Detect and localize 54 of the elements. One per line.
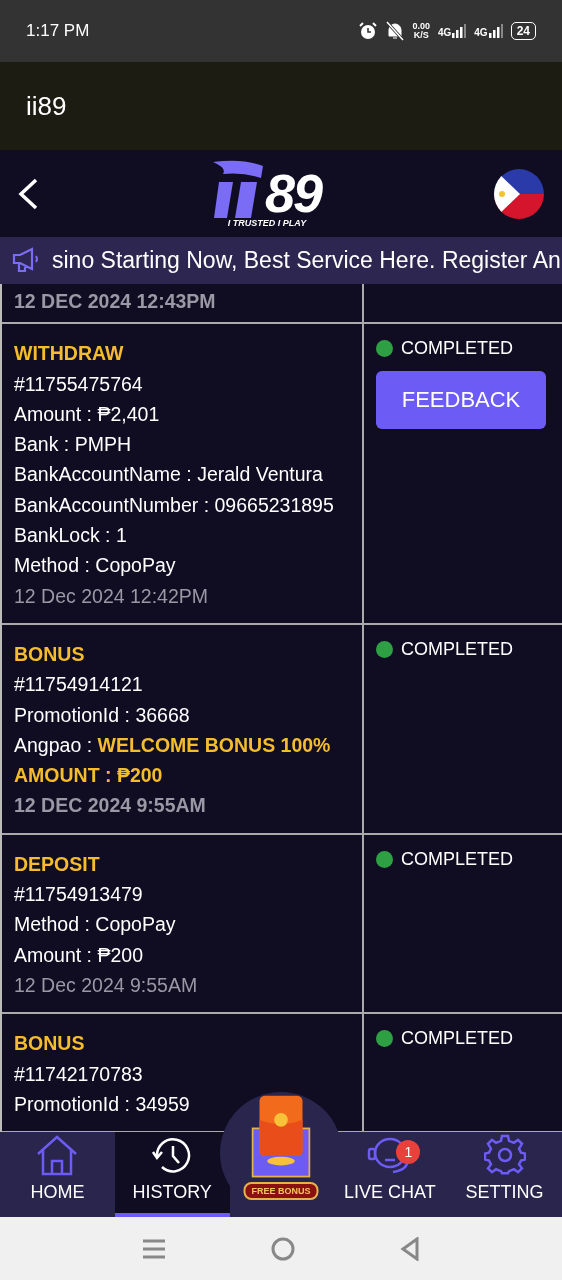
transaction-type: BONUS: [14, 1031, 86, 1057]
back-icon[interactable]: [16, 176, 40, 211]
flag-icon[interactable]: [494, 168, 544, 219]
status-label: COMPLETED: [401, 638, 514, 660]
status-label: COMPLETED: [401, 848, 514, 870]
logo-tagline: I TRUSTED I PLAY: [227, 217, 307, 228]
transaction-detail: PromotionId : 34959: [14, 1091, 191, 1117]
status-label: COMPLETED: [401, 1028, 514, 1050]
feedback-button[interactable]: FEEDBACK: [376, 371, 546, 430]
transaction-detail: BankLock : 1: [14, 523, 128, 549]
transaction-detail: Angpao : WELCOME BONUS 100%: [14, 732, 332, 758]
transaction-detail: Amount : ₱2,401: [14, 401, 161, 427]
transaction-detail: BankAccountNumber : 09665231895: [14, 492, 335, 518]
nav-tab[interactable]: SETTING: [447, 1132, 562, 1217]
transaction-date: 12 DEC 2024 9:55AM: [14, 793, 207, 819]
alarm-icon: [358, 21, 379, 41]
transaction-date: 12 DEC 2024 12:43PM: [14, 289, 217, 314]
status-label: COMPLETED: [401, 338, 514, 360]
transaction-type: BONUS: [14, 641, 86, 667]
speed-unit: K/S: [413, 31, 429, 40]
settings-icon: [483, 1134, 526, 1176]
nav-tab[interactable]: HISTORY: [114, 1132, 230, 1217]
battery-level: 24: [510, 22, 536, 40]
network-speed: 0.00: [412, 22, 430, 31]
transaction-detail: Method : CopoPay: [14, 912, 177, 938]
transaction-type: WITHDRAW: [14, 341, 125, 367]
logo-text: 89: [264, 167, 322, 218]
marquee-text: sino Starting Now, Best Service Here. Register An: [52, 247, 561, 274]
back-triangle-icon[interactable]: [399, 1236, 420, 1261]
notification-badge: 1: [396, 1140, 421, 1164]
transaction-detail: Bank : PMPH: [14, 432, 133, 458]
transaction-detail: #11755475764: [14, 371, 144, 397]
home-circle-icon[interactable]: [271, 1236, 295, 1261]
wing-logo-icon: [212, 159, 265, 218]
signal-icon: [488, 24, 503, 38]
transaction-detail: Amount : ₱200: [14, 942, 144, 968]
transaction-detail: Method : CopoPay: [14, 553, 177, 579]
transaction-detail: BankAccountName : Jerald Ventura: [14, 462, 324, 488]
signal-icon: [452, 24, 467, 38]
status-time: 1:17 PM: [26, 21, 90, 41]
transaction-detail: PromotionId : 36668: [14, 702, 191, 728]
nav-tab[interactable]: HOME: [0, 1132, 115, 1217]
transaction-date: 12 Dec 2024 9:55AM: [14, 972, 199, 998]
transaction-detail: #11742170783: [14, 1061, 144, 1087]
transaction-type: DEPOSIT: [14, 851, 101, 877]
transaction-detail: AMOUNT : ₱200: [14, 763, 164, 789]
network-type: 4G: [437, 27, 452, 38]
network-type: 4G: [474, 27, 488, 38]
menu-icon[interactable]: [142, 1237, 167, 1260]
muted-bell-icon: [386, 21, 405, 41]
app-title: ii89: [26, 90, 67, 122]
transaction-detail: #11754913479: [14, 882, 144, 908]
transaction-date: 12 Dec 2024 12:42PM: [14, 583, 210, 609]
transaction-detail: #11754914121: [14, 672, 144, 698]
